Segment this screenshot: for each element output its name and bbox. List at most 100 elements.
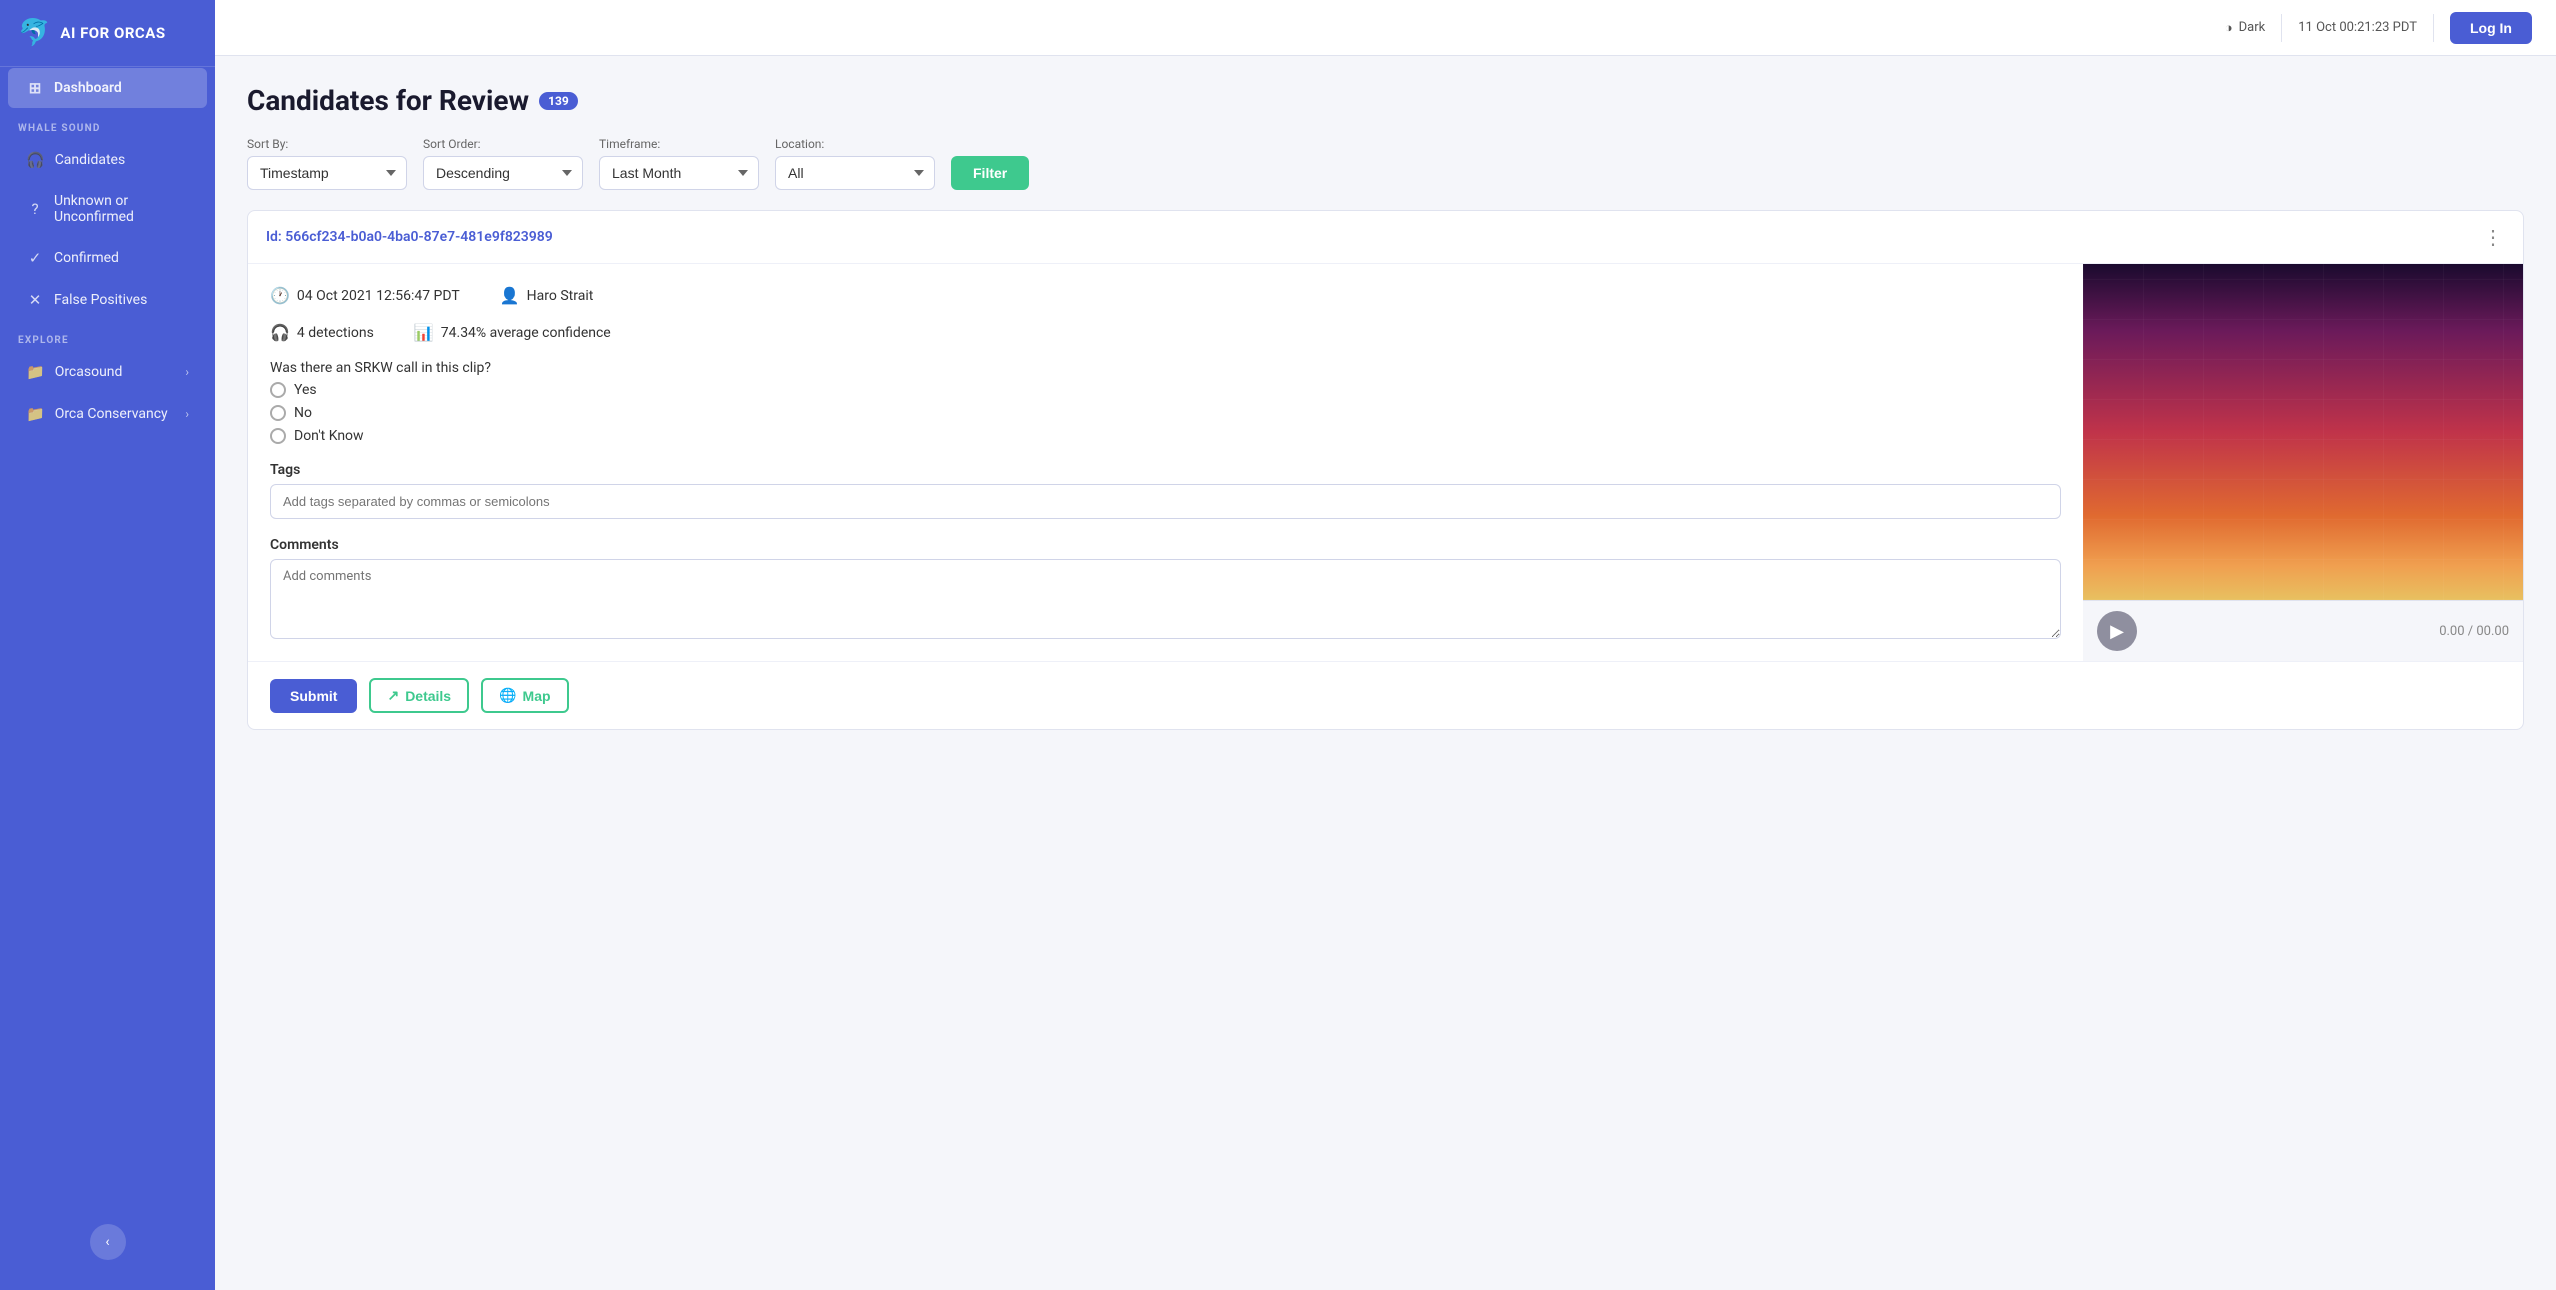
sort-order-select[interactable]: Descending Ascending: [423, 156, 583, 190]
timeframe-group: Timeframe: Last Month Last Week Last Day…: [599, 137, 759, 190]
app-name: AI FOR ORCAS: [60, 24, 165, 42]
filter-button[interactable]: Filter: [951, 156, 1029, 190]
app-logo[interactable]: 🐬 AI FOR ORCAS: [0, 0, 215, 67]
candidate-card-header: Id: 566cf234-b0a0-4ba0-87e7-481e9f823989…: [248, 211, 2523, 264]
timestamp-meta: 🕐 04 Oct 2021 12:56:47 PDT: [270, 286, 460, 305]
sort-by-group: Sort By: Timestamp Confidence Location D…: [247, 137, 407, 190]
sidebar-item-false-positives[interactable]: ✕ False Positives: [8, 280, 207, 320]
candidate-confidence: 74.34% average confidence: [441, 325, 611, 341]
radio-circle-yes: [270, 382, 286, 398]
chevron-right-icon: ›: [185, 365, 189, 379]
candidate-detections: 4 detections: [297, 325, 374, 341]
radio-circle-no: [270, 405, 286, 421]
page-title: Candidates for Review: [247, 84, 529, 117]
topbar-divider: [2281, 14, 2282, 42]
meta-row: 🕐 04 Oct 2021 12:56:47 PDT 👤 Haro Strait: [270, 286, 2061, 305]
radio-dontknow-label: Don't Know: [294, 428, 364, 444]
location-group: Location: All Haro Strait Orcasound Lab …: [775, 137, 935, 190]
play-button[interactable]: ▶: [2097, 611, 2137, 651]
map-button[interactable]: 🌐 Map: [481, 678, 568, 713]
tags-input[interactable]: [270, 484, 2061, 519]
topbar-datetime: 11 Oct 00:21:23 PDT: [2298, 20, 2417, 35]
radio-circle-dontknow: [270, 428, 286, 444]
candidate-count-badge: 139: [539, 92, 578, 110]
x-icon: ✕: [26, 291, 44, 309]
dark-mode-label: Dark: [2239, 20, 2266, 35]
question-icon: ?: [26, 200, 44, 218]
sidebar-item-candidates[interactable]: 🎧 Candidates: [8, 140, 207, 180]
timeframe-select[interactable]: Last Month Last Week Last Day All Time: [599, 156, 759, 190]
dark-mode-toggle[interactable]: ◑ Dark: [2225, 20, 2265, 36]
check-icon: ✓: [26, 249, 44, 267]
audio-controls: ▶ 0.00 / 00.00: [2083, 600, 2523, 661]
candidate-card: Id: 566cf234-b0a0-4ba0-87e7-481e9f823989…: [247, 210, 2524, 730]
headphones-small-icon: 🎧: [270, 323, 290, 342]
tags-section: Tags: [270, 462, 2061, 519]
srkw-question-text: Was there an SRKW call in this clip?: [270, 360, 2061, 376]
comments-textarea[interactable]: [270, 559, 2061, 639]
sort-by-label: Sort By:: [247, 137, 407, 151]
radio-no[interactable]: No: [270, 405, 2061, 421]
candidate-timestamp: 04 Oct 2021 12:56:47 PDT: [297, 288, 460, 304]
card-actions: Submit ↗ Details 🌐 Map: [248, 661, 2523, 729]
sidebar-item-dashboard[interactable]: ⊞ Dashboard: [8, 68, 207, 108]
folder-icon: 📁: [26, 363, 45, 381]
clock-icon: 🕐: [270, 286, 290, 305]
headphones-icon: 🎧: [26, 151, 45, 169]
page-content: Candidates for Review 139 Sort By: Times…: [215, 56, 2556, 1290]
sort-by-select[interactable]: Timestamp Confidence Location Detections: [247, 156, 407, 190]
filters-row: Sort By: Timestamp Confidence Location D…: [247, 137, 2524, 190]
map-icon: 🌐: [499, 687, 516, 704]
sidebar-section-explore: EXPLORE: [0, 321, 215, 351]
candidate-menu-button[interactable]: ⋮: [2483, 225, 2505, 249]
srkw-section: Was there an SRKW call in this clip? Yes…: [270, 360, 2061, 444]
detections-meta: 🎧 4 detections: [270, 323, 374, 342]
sidebar-item-unknown[interactable]: ? Unknown or Unconfirmed: [8, 182, 207, 236]
sidebar-item-orcasound[interactable]: 📁 Orcasound ›: [8, 352, 207, 392]
radio-no-label: No: [294, 405, 312, 421]
details-label: Details: [405, 688, 451, 704]
candidate-id-link[interactable]: Id: 566cf234-b0a0-4ba0-87e7-481e9f823989: [266, 229, 553, 245]
topbar-divider2: [2433, 14, 2434, 42]
sidebar-item-label: Confirmed: [54, 250, 119, 266]
radio-yes-label: Yes: [294, 382, 317, 398]
location-select[interactable]: All Haro Strait Orcasound Lab Port Towns…: [775, 156, 935, 190]
spectrogram-image: [2083, 264, 2523, 600]
radio-yes[interactable]: Yes: [270, 382, 2061, 398]
sidebar-item-label: Dashboard: [54, 80, 122, 96]
chart-icon: 📊: [414, 323, 434, 342]
location-meta: 👤 Haro Strait: [500, 286, 594, 305]
details-button[interactable]: ↗ Details: [369, 678, 469, 713]
page-title-row: Candidates for Review 139: [247, 84, 2524, 117]
sidebar: 🐬 AI FOR ORCAS ⊞ Dashboard WHALE SOUND 🎧…: [0, 0, 215, 1290]
meta-row-2: 🎧 4 detections 📊 74.34% average confiden…: [270, 323, 2061, 342]
comments-section: Comments: [270, 537, 2061, 639]
topbar: ◑ Dark 11 Oct 00:21:23 PDT Log In: [215, 0, 2556, 56]
sidebar-item-label: False Positives: [54, 292, 147, 308]
candidate-visual-panel: ▶ 0.00 / 00.00: [2083, 264, 2523, 661]
location-label: Location:: [775, 137, 935, 151]
sidebar-item-confirmed[interactable]: ✓ Confirmed: [8, 238, 207, 278]
sidebar-item-label: Orca Conservancy: [55, 406, 168, 422]
login-button[interactable]: Log In: [2450, 12, 2532, 44]
chevron-right-icon: ›: [185, 407, 189, 421]
sort-order-label: Sort Order:: [423, 137, 583, 151]
sidebar-item-orca-conservancy[interactable]: 📁 Orca Conservancy ›: [8, 394, 207, 434]
sidebar-collapse-button[interactable]: ‹: [90, 1224, 126, 1260]
timeframe-label: Timeframe:: [599, 137, 759, 151]
dashboard-icon: ⊞: [26, 79, 44, 97]
map-label: Map: [523, 688, 551, 704]
location-icon: 👤: [500, 286, 520, 305]
sidebar-section-whale: WHALE SOUND: [0, 109, 215, 139]
moon-icon: ◑: [2225, 20, 2233, 36]
tags-label: Tags: [270, 462, 2061, 478]
sort-order-group: Sort Order: Descending Ascending: [423, 137, 583, 190]
submit-button[interactable]: Submit: [270, 679, 357, 713]
comments-label: Comments: [270, 537, 2061, 553]
audio-time: 0.00 / 00.00: [2439, 624, 2509, 639]
sidebar-item-label: Orcasound: [55, 364, 123, 380]
radio-dontknow[interactable]: Don't Know: [270, 428, 2061, 444]
radio-group: Yes No Don't Know: [270, 382, 2061, 444]
folder-icon: 📁: [26, 405, 45, 423]
main-content: ◑ Dark 11 Oct 00:21:23 PDT Log In Candid…: [215, 0, 2556, 1290]
